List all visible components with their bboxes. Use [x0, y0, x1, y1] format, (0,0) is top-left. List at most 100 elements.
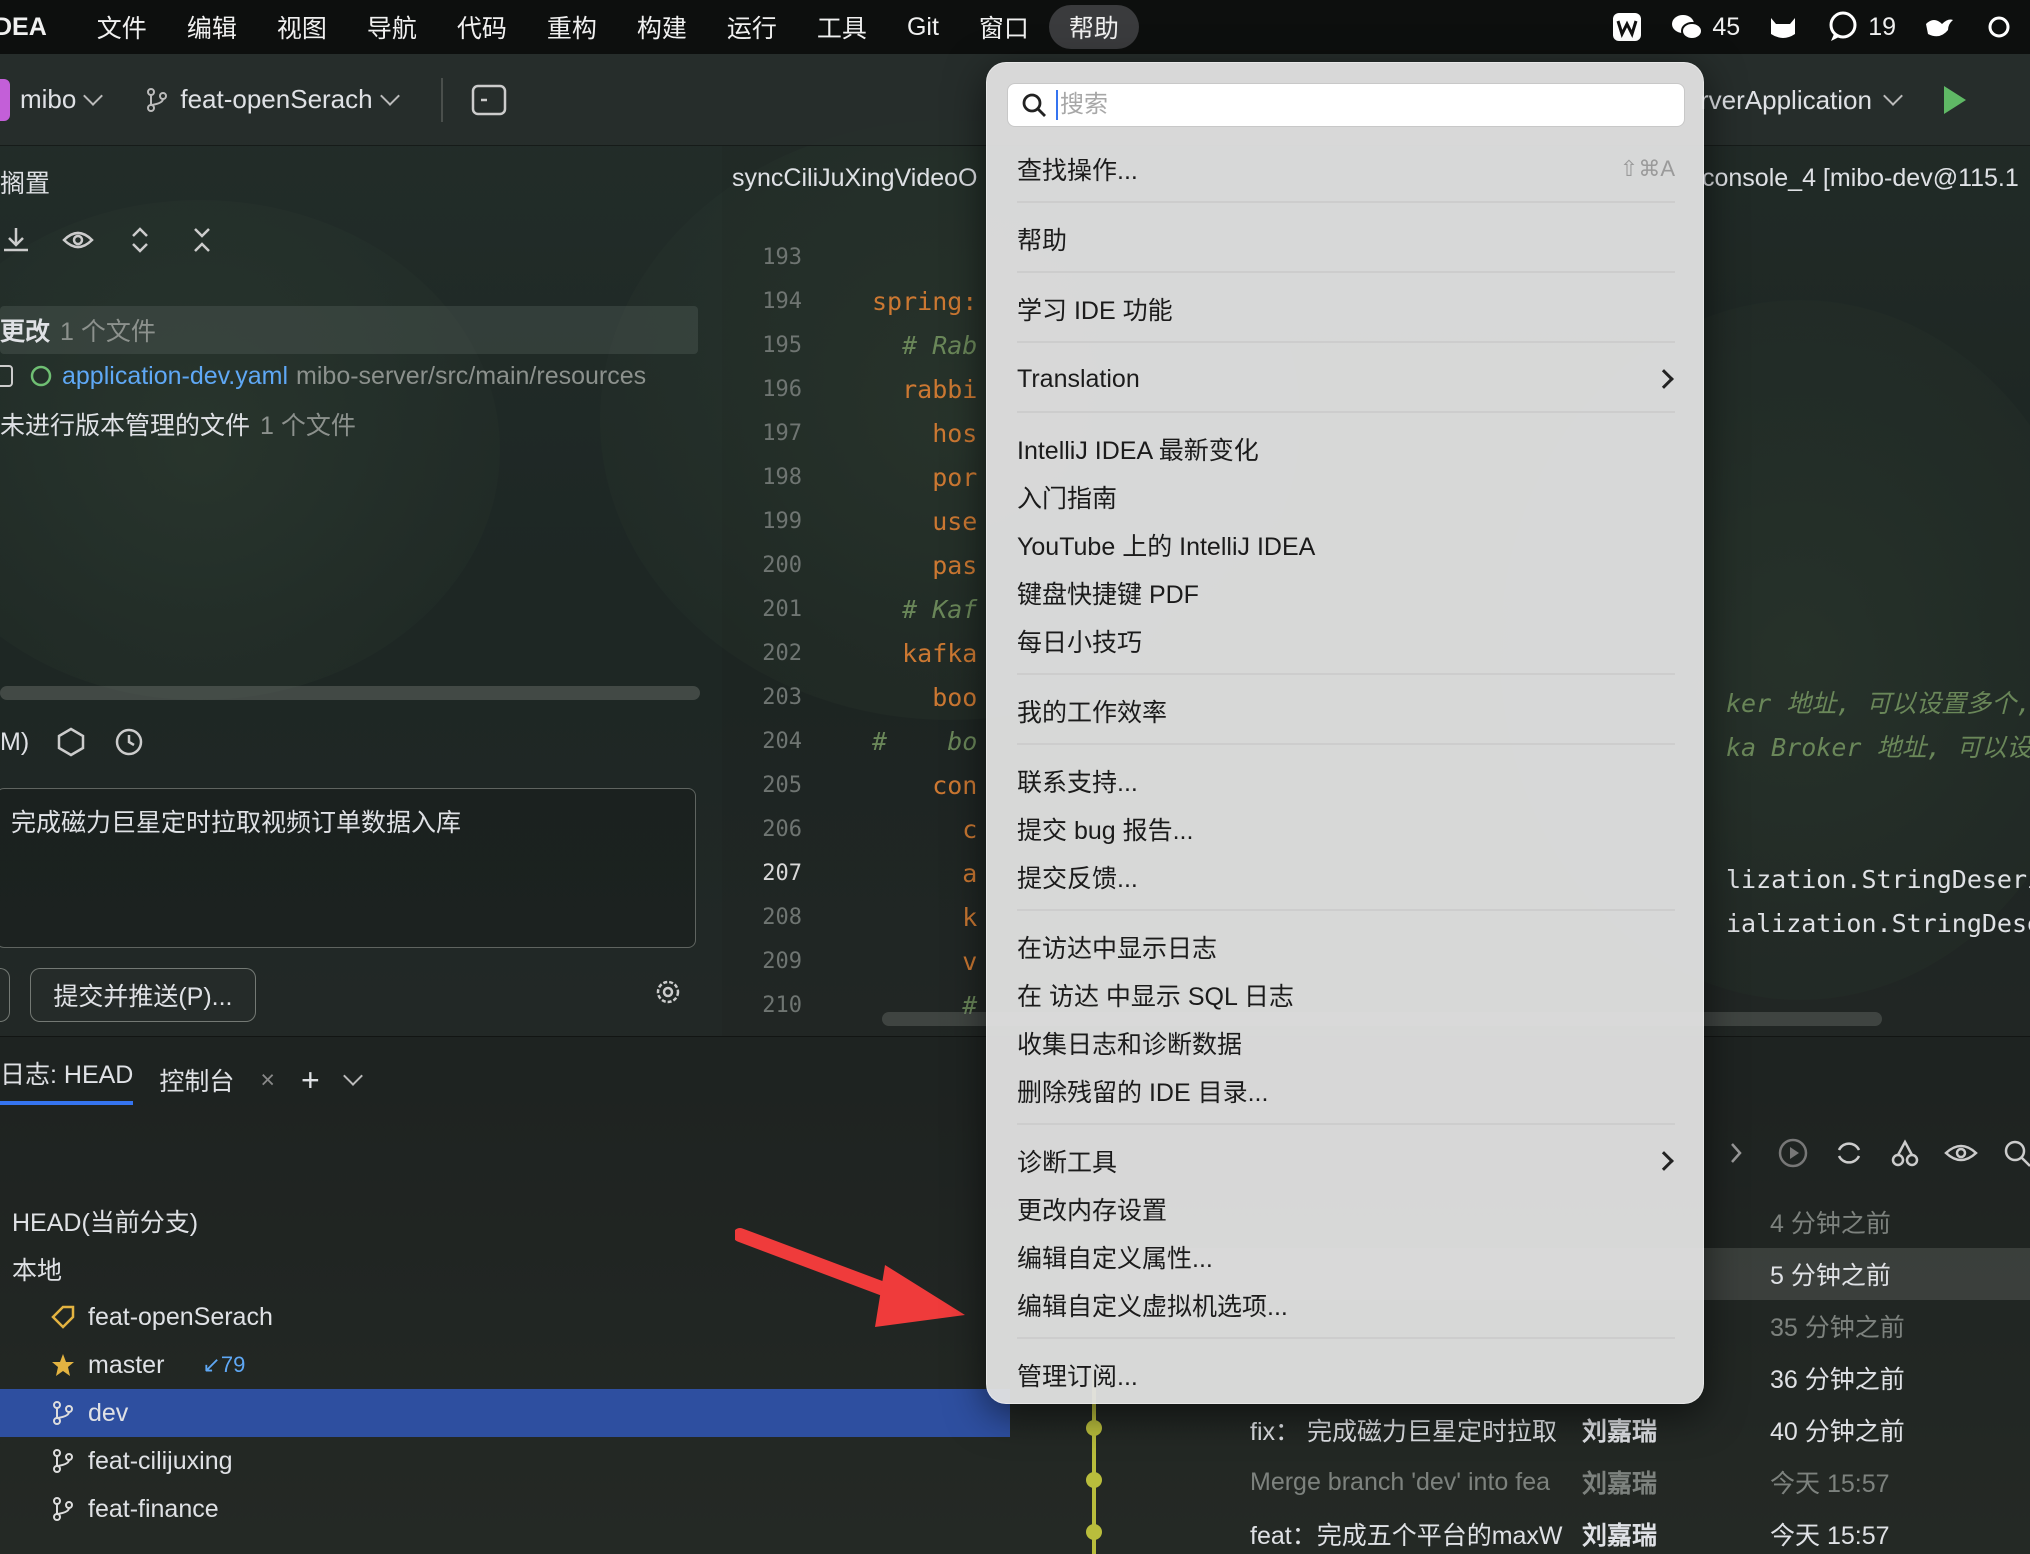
menu-file[interactable]: 文件 [77, 5, 167, 49]
menu-item-edit-custom-properties[interactable]: 编辑自定义属性... [1017, 1235, 1675, 1279]
branch-icon [53, 1401, 73, 1425]
bird-tray-item[interactable] [1922, 10, 1956, 44]
menu-navigate[interactable]: 导航 [347, 5, 437, 49]
project-selector[interactable]: mibo [20, 84, 104, 115]
menu-build[interactable]: 构建 [617, 5, 707, 49]
run-configuration-selector[interactable]: rverApplication [1700, 54, 1966, 146]
log-row[interactable]: feat：完成五个平台的maxW 刘嘉瑞 今天 15:57 [1060, 1508, 2030, 1554]
commit-message-field[interactable]: 完成磁力巨星定时拉取视频订单数据入库 [0, 788, 696, 948]
code-lines[interactable]: spring: # Rab rabbi hos por use pas # Ka… [872, 236, 977, 1028]
line-number: 201 [762, 597, 802, 622]
help-search-input[interactable] [1060, 91, 1660, 119]
menu-git[interactable]: Git [887, 5, 959, 49]
code-line: spring: [872, 287, 978, 316]
history-clock-icon[interactable] [113, 726, 145, 758]
menu-item-tip-of-day[interactable]: 每日小技巧 [1017, 619, 1675, 663]
menu-item-getting-started[interactable]: 入门指南 [1017, 475, 1675, 519]
menu-item-keymap-pdf[interactable]: 键盘快捷键 PDF [1017, 571, 1675, 615]
tab-log-head[interactable]: 日志: HEAD [0, 1055, 134, 1105]
menu-item-whats-new[interactable]: IntelliJ IDEA 最新变化 [1017, 427, 1675, 471]
commit-and-push-button[interactable]: 提交并推送(P)... [30, 968, 256, 1022]
changed-file-row[interactable]: application-dev.yaml mibo-server/src/mai… [0, 352, 646, 400]
play-circle-icon[interactable] [1776, 1136, 1810, 1170]
wps-tray-item[interactable] [1610, 10, 1644, 44]
menu-item-edit-custom-vm-options[interactable]: 编辑自定义虚拟机选项... [1017, 1283, 1675, 1327]
menu-item-memory-settings[interactable]: 更改内存设置 [1017, 1187, 1675, 1231]
menu-item-find-action[interactable]: 查找操作... ⇧⌘A [1017, 147, 1675, 191]
menu-window[interactable]: 窗口 [959, 5, 1049, 49]
checkbox-icon[interactable] [0, 363, 20, 389]
tree-item[interactable]: feat-finance [0, 1485, 1010, 1533]
terminal-icon[interactable] [471, 82, 507, 118]
app-name[interactable]: DEA [0, 13, 47, 42]
menu-item-diagnostic-tools[interactable]: 诊断工具 [1017, 1139, 1675, 1183]
collapse-all-icon[interactable] [186, 224, 218, 256]
amend-label[interactable]: M) [0, 728, 29, 757]
menu-edit[interactable]: 编辑 [167, 5, 257, 49]
search-icon[interactable] [2000, 1136, 2030, 1170]
add-tab-icon[interactable]: + [301, 1062, 320, 1099]
chevron-down-icon [379, 85, 400, 106]
close-icon[interactable]: × [260, 1066, 275, 1095]
commit-button[interactable]: ) [0, 968, 11, 1022]
download-icon[interactable] [0, 224, 32, 256]
eye-icon[interactable] [1944, 1136, 1978, 1170]
wechat-count: 45 [1712, 12, 1741, 41]
code-lines-right: ker 地址, 可以设置多个, ka Broker 地址, 可以设置 lizat… [1726, 682, 2030, 946]
menu-item-help[interactable]: 帮助 [1017, 217, 1675, 261]
editor-tab-console[interactable]: console_4 [mibo-dev@115.1 [1702, 164, 2019, 193]
editor-tab[interactable]: syncCiliJuXingVideoO [732, 164, 978, 193]
horizontal-scrollbar[interactable] [0, 686, 700, 700]
menu-item-delete-leftover-dirs[interactable]: 删除残留的 IDE 目录... [1017, 1069, 1675, 1113]
wechat-tray-item[interactable]: 45 [1670, 10, 1740, 44]
eye-icon[interactable] [62, 224, 94, 256]
cat-tray-item[interactable] [1766, 10, 1800, 44]
menu-item-show-log[interactable]: 在访达中显示日志 [1017, 925, 1675, 969]
tree-item[interactable]: feat-cilijuxing [0, 1437, 1010, 1485]
tree-item-selected[interactable]: dev [0, 1389, 1010, 1437]
menu-item-learn-ide[interactable]: 学习 IDE 功能 [1017, 287, 1675, 331]
menu-item-contact-support[interactable]: 联系支持... [1017, 759, 1675, 803]
commit-graph-node [1086, 1472, 1102, 1488]
menu-item-collect-logs[interactable]: 收集日志和诊断数据 [1017, 1021, 1675, 1065]
menu-item-submit-feedback[interactable]: 提交反馈... [1017, 855, 1675, 899]
menu-item-label: 在 访达 中显示 SQL 日志 [1017, 983, 1294, 1011]
menu-run[interactable]: 运行 [707, 5, 797, 49]
ai-assistant-icon[interactable] [55, 726, 87, 758]
tab-console[interactable]: 控制台 [159, 1062, 234, 1098]
menu-view[interactable]: 视图 [257, 5, 347, 49]
menu-code[interactable]: 代码 [437, 5, 527, 49]
menu-item-youtube[interactable]: YouTube 上的 IntelliJ IDEA [1017, 523, 1675, 567]
code-line: pas [872, 551, 978, 580]
menu-help[interactable]: 帮助 [1048, 5, 1139, 49]
menu-tools[interactable]: 工具 [797, 5, 887, 49]
menu-item-manage-subscriptions[interactable]: 管理订阅... [1017, 1353, 1675, 1397]
extra-tray-item[interactable] [1982, 10, 2016, 44]
expand-all-icon[interactable] [124, 224, 156, 256]
log-row[interactable]: fix： 完成磁力巨星定时拉取 刘嘉瑞 40 分钟之前 [1060, 1404, 2030, 1456]
chat-bubble-icon [1829, 11, 1857, 41]
branch-selector[interactable]: feat-openSerach [144, 84, 400, 115]
log-row[interactable]: Merge branch 'dev' into fea 刘嘉瑞 今天 15:57 [1060, 1456, 2030, 1508]
menu-item-submit-bug[interactable]: 提交 bug 报告... [1017, 807, 1675, 851]
refresh-icon[interactable] [1832, 1136, 1866, 1170]
menu-item-translation[interactable]: Translation [1017, 357, 1675, 401]
line-number: 210 [762, 993, 802, 1018]
cherry-pick-icon[interactable] [1888, 1136, 1922, 1170]
log-toolbar [1720, 1136, 2030, 1170]
unversioned-files-row[interactable]: 未进行版本管理的文件 1 个文件 [0, 400, 356, 448]
chevron-right-icon[interactable] [1720, 1136, 1754, 1170]
messages-tray-item[interactable]: 19 [1826, 10, 1896, 44]
code-line: # Rab [872, 331, 978, 360]
chevron-down-icon[interactable] [342, 1066, 363, 1086]
changes-group-row[interactable]: 更改 1 个文件 [0, 306, 698, 354]
run-play-icon[interactable] [1943, 86, 1966, 114]
menu-item-label: 管理订阅... [1017, 1363, 1138, 1391]
tree-item[interactable]: master ↙79 [0, 1341, 1010, 1389]
menu-refactor[interactable]: 重构 [527, 5, 617, 49]
commit-settings-button[interactable] [652, 976, 684, 1013]
menu-item-productivity[interactable]: 我的工作效率 [1017, 689, 1675, 733]
help-search-box[interactable] [1007, 83, 1685, 127]
code-line: kafka [872, 639, 978, 668]
menu-item-show-sql-log[interactable]: 在 访达 中显示 SQL 日志 [1017, 973, 1675, 1017]
